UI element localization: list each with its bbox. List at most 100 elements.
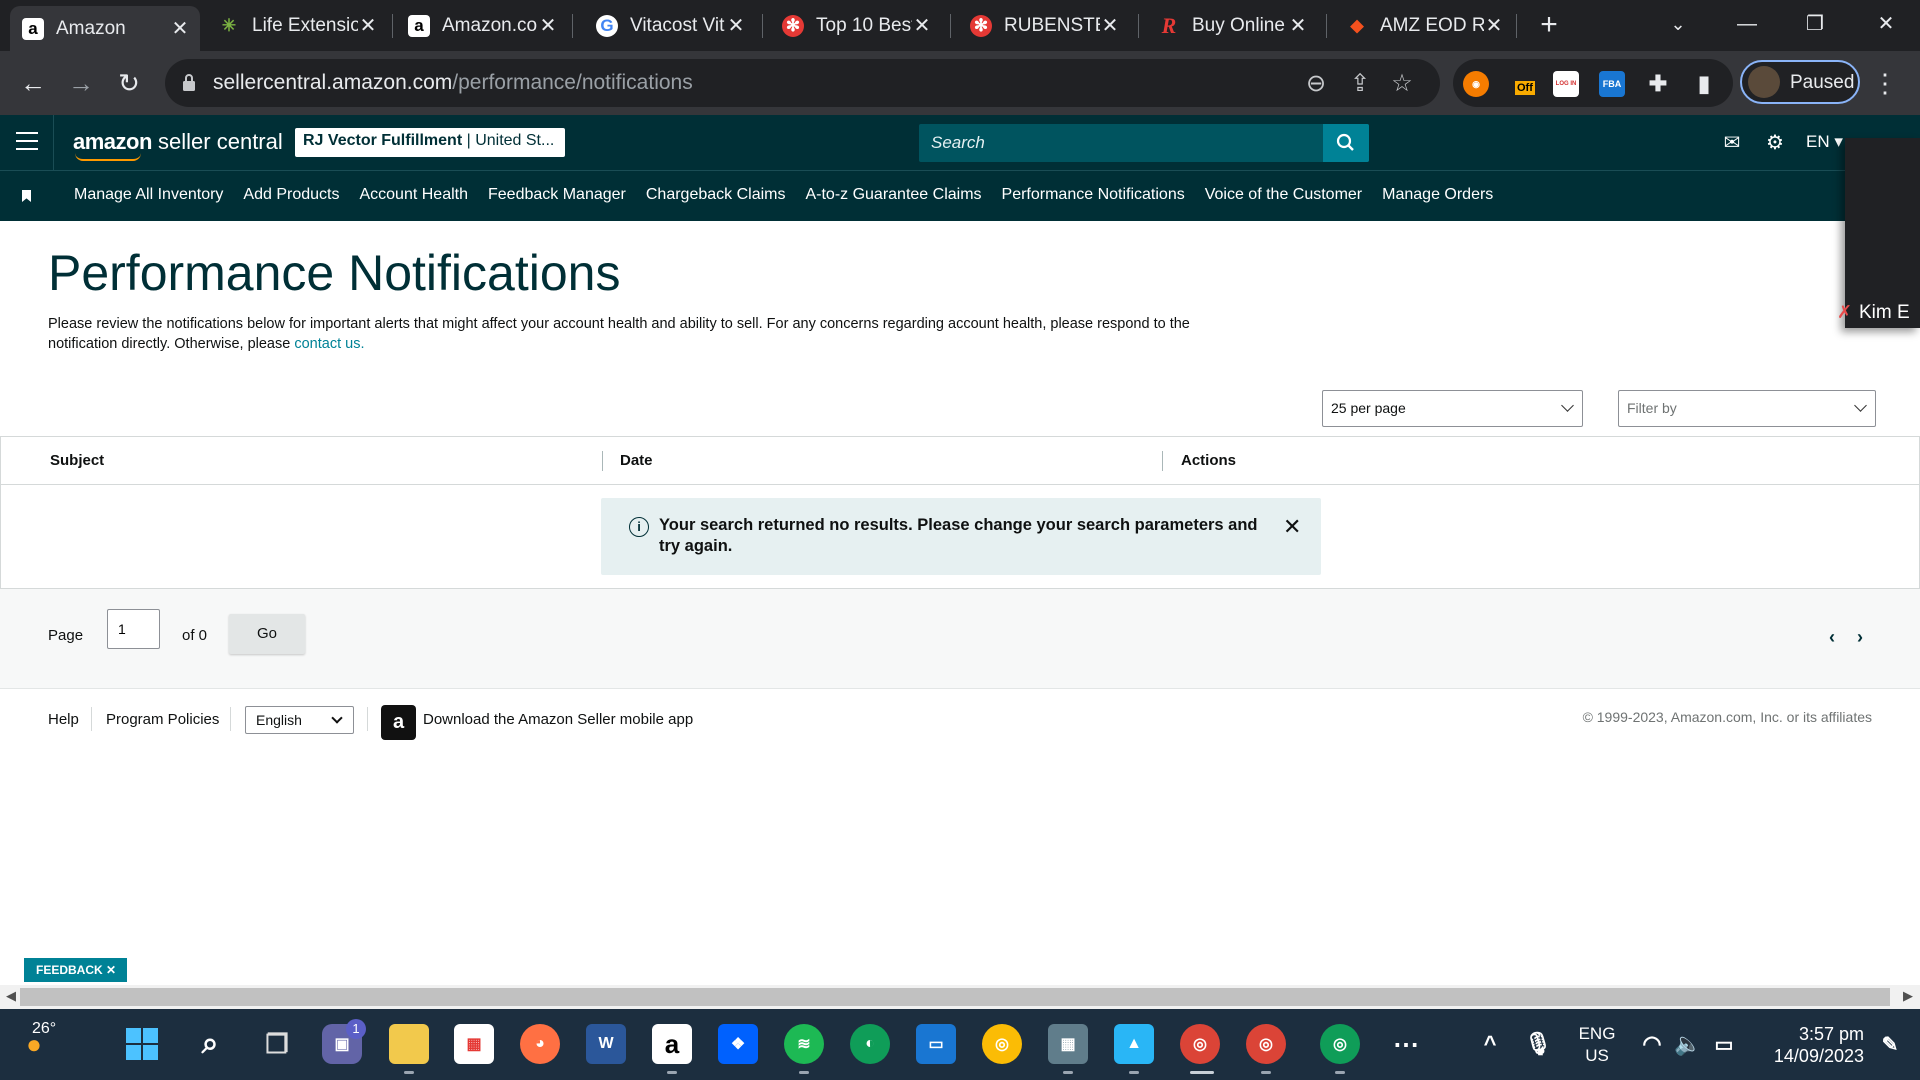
input-language[interactable]: ENG US [1570,1023,1624,1067]
side-panel-icon[interactable]: ▮ [1691,71,1717,97]
account-switcher[interactable]: RJ Vector Fulfillment | United St... [295,128,565,157]
scroll-right-icon[interactable]: ▶ [1903,988,1913,1004]
minimize-icon[interactable]: — [1727,6,1767,42]
extension-orange-icon[interactable]: ◉ [1463,71,1489,97]
horizontal-scrollbar[interactable]: ◀ ▶ [0,985,1920,1009]
close-icon[interactable]: ✕ [106,963,116,977]
browser-tab-rubenstein[interactable]: ✻ RUBENSTEIN ✕ [958,6,1130,45]
browser-tab-amz-eod[interactable]: ◆ AMZ EOD R ✕ [1334,6,1514,45]
close-tab-icon[interactable]: ✕ [1100,13,1120,38]
edge-icon[interactable]: ◐ [850,1024,890,1064]
previous-page-icon[interactable]: ‹ [1829,627,1835,648]
file-explorer-icon[interactable] [389,1024,429,1064]
clock[interactable]: 3:57 pm 14/09/2023 [1758,1023,1864,1067]
microphone-icon[interactable]: 🎙 [1518,1024,1558,1064]
contact-us-link[interactable]: contact us. [294,336,364,352]
footer-language-select[interactable]: English [245,706,354,734]
nav-manage-orders[interactable]: Manage Orders [1382,186,1493,204]
calculator-icon[interactable]: ▦ [1048,1024,1088,1064]
nav-chargeback-claims[interactable]: Chargeback Claims [646,186,786,204]
close-icon[interactable]: ✕ [1283,514,1301,540]
chevron-up-icon[interactable]: ^ [1470,1024,1510,1064]
filter-select[interactable]: Filter by [1618,390,1876,427]
reload-icon[interactable]: ↻ [110,64,148,102]
extension-off-icon[interactable]: Off [1507,71,1535,97]
scroll-left-icon[interactable]: ◀ [6,988,16,1004]
close-tab-icon[interactable]: ✕ [726,13,746,38]
forward-arrow-icon[interactable]: → [62,64,100,102]
new-tab-icon[interactable]: + [1531,8,1567,44]
browser-tab-top10[interactable]: ✻ Top 10 Best ✕ [770,6,942,45]
download-app-link[interactable]: Download the Amazon Seller mobile app [423,711,693,728]
photos-icon[interactable]: ▲ [1114,1024,1154,1064]
chrome-profile-icon[interactable]: ◎ [982,1024,1022,1064]
column-date[interactable]: Date [620,452,653,469]
gear-icon[interactable]: ⚙ [1763,131,1787,155]
language-selector[interactable]: EN ▾ [1806,132,1843,152]
wifi-icon[interactable]: ◠ [1632,1024,1672,1064]
browser-tab-vitacost[interactable]: G Vitacost Vit ✕ [584,6,756,45]
windows-start-icon[interactable] [122,1024,162,1064]
nav-voice-of-customer[interactable]: Voice of the Customer [1205,186,1362,204]
share-icon[interactable]: ⇪ [1345,69,1375,99]
nav-feedback-manager[interactable]: Feedback Manager [488,186,626,204]
amazon-app-icon[interactable]: a [652,1024,692,1064]
tablet-app-icon[interactable]: ▭ [916,1024,956,1064]
profile-button[interactable]: Paused [1740,60,1860,104]
nav-performance-notifications[interactable]: Performance Notifications [1002,186,1185,204]
browser-menu-icon[interactable]: ⋮ [1870,64,1900,102]
firefox-icon[interactable]: ◕ [520,1024,560,1064]
task-view-icon[interactable]: ❐ [257,1024,297,1064]
call-participant-tile[interactable]: ✗ Kim E [1837,138,1920,328]
hamburger-menu-icon[interactable] [16,132,38,152]
close-tab-icon[interactable]: ✕ [912,13,932,38]
dropbox-icon[interactable]: ❖ [718,1024,758,1064]
chrome-icon[interactable]: ◎ [1246,1024,1286,1064]
nav-account-health[interactable]: Account Health [359,186,468,204]
bookmark-icon[interactable] [22,190,31,202]
microsoft-store-icon[interactable]: ▦ [454,1024,494,1064]
amazon-seller-central-logo[interactable]: amazon seller central [73,129,283,161]
nav-a-to-z-claims[interactable]: A-to-z Guarantee Claims [805,186,981,204]
go-button[interactable]: Go [229,614,305,654]
program-policies-link[interactable]: Program Policies [106,711,219,728]
word-icon[interactable]: W [586,1024,626,1064]
search-input[interactable] [919,124,1323,162]
close-tab-icon[interactable]: ✕ [538,13,558,38]
help-link[interactable]: Help [48,711,79,728]
restore-icon[interactable]: ❐ [1795,6,1835,42]
search-button[interactable] [1323,124,1369,162]
scrollbar-thumb[interactable] [20,988,1890,1006]
browser-tab-amazon-com[interactable]: a Amazon.com ✕ [396,6,568,45]
mail-icon[interactable]: ✉ [1720,131,1744,155]
address-bar[interactable]: sellercentral.amazon.com/performance/not… [165,59,1440,107]
page-number-input[interactable] [107,609,160,649]
volume-icon[interactable]: 🔈 [1668,1024,1708,1064]
column-subject[interactable]: Subject [50,452,104,469]
per-page-select[interactable]: 25 per page [1322,390,1583,427]
search-icon[interactable]: ⌕ [190,1024,230,1064]
nav-add-products[interactable]: Add Products [243,186,339,204]
close-tab-icon[interactable]: ✕ [1484,13,1504,38]
tab-search-chevron-icon[interactable]: ⌄ [1658,6,1698,42]
close-tab-icon[interactable]: ✕ [358,13,378,38]
browser-tab-buy-online[interactable]: R Buy Online ✕ [1146,6,1318,45]
close-tab-icon[interactable]: ✕ [170,16,190,41]
battery-icon[interactable]: ▭ [1704,1024,1744,1064]
puzzle-extensions-icon[interactable]: ✚ [1645,71,1671,97]
zoom-icon[interactable]: ⊖ [1301,69,1331,99]
close-tab-icon[interactable]: ✕ [1288,13,1308,38]
chrome-icon[interactable]: ◎ [1180,1024,1220,1064]
spotify-icon[interactable]: ≋ [784,1024,824,1064]
feedback-button[interactable]: FEEDBACK ✕ [24,958,127,982]
next-page-icon[interactable]: › [1857,627,1863,648]
notifications-icon[interactable]: ✎ [1870,1024,1910,1064]
extension-login-icon[interactable]: LOG IN [1553,71,1579,97]
extension-fba-icon[interactable]: FBA [1599,71,1625,97]
back-arrow-icon[interactable]: ← [14,64,52,102]
bookmark-star-icon[interactable]: ☆ [1387,69,1417,99]
browser-tab-life-extension[interactable]: ✳ Life Extensio ✕ [206,6,388,45]
browser-tab-amazon[interactable]: a Amazon ✕ [10,6,200,51]
close-window-icon[interactable]: ✕ [1866,6,1906,42]
more-apps-icon[interactable]: ⋯ [1386,1024,1426,1064]
